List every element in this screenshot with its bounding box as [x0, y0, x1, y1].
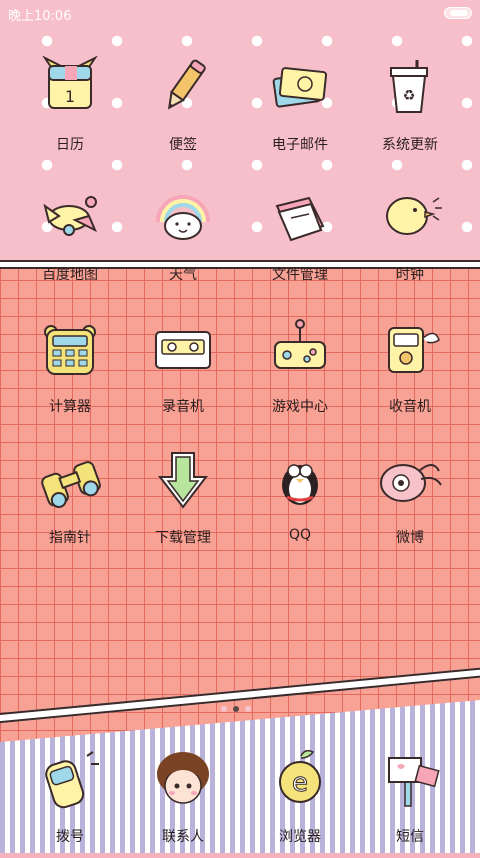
- app-file-manager[interactable]: 文件管理: [245, 186, 355, 296]
- app-label: 日历: [56, 137, 84, 153]
- calculator-icon: [44, 325, 96, 375]
- app-download-manager[interactable]: 下载管理: [128, 449, 238, 559]
- app-calendar[interactable]: 1 日历: [15, 56, 125, 166]
- status-time: 晚上10:06: [8, 9, 72, 24]
- dock-label: 拨号: [56, 829, 84, 845]
- app-label: 便签: [169, 137, 197, 153]
- map-plane-icon: [43, 196, 97, 236]
- app-system-update[interactable]: ♻ 系统更新: [355, 56, 465, 166]
- app-label: 计算器: [49, 399, 91, 415]
- download-icon: [157, 452, 209, 509]
- app-radio[interactable]: 收音机: [355, 318, 465, 428]
- chick-icon: [386, 197, 442, 235]
- app-label: QQ: [288, 527, 312, 543]
- mail-icon: [272, 67, 328, 108]
- binoculars-icon: [41, 461, 101, 508]
- app-label: 时钟: [396, 267, 424, 283]
- page-dot[interactable]: [245, 706, 251, 712]
- phone-icon: [45, 751, 99, 809]
- app-email[interactable]: 电子邮件: [245, 56, 355, 166]
- app-label: 微博: [396, 530, 424, 546]
- weather-icon: [156, 195, 210, 240]
- page-dot[interactable]: [221, 706, 227, 712]
- app-qq[interactable]: QQ: [245, 449, 355, 559]
- status-bar: 晚上10:06: [0, 0, 480, 26]
- app-weather[interactable]: 天气: [128, 186, 238, 296]
- page-dot-active[interactable]: [233, 706, 239, 712]
- app-label: 百度地图: [42, 267, 98, 283]
- app-baidu-map[interactable]: 百度地图: [15, 186, 125, 296]
- contact-girl-icon: [157, 752, 209, 804]
- dock-label: 联系人: [162, 829, 204, 845]
- app-label: 下载管理: [155, 530, 211, 546]
- svg-text:1: 1: [65, 87, 75, 106]
- mailbox-icon: [388, 757, 440, 807]
- app-label: 收音机: [389, 399, 431, 415]
- app-label: 游戏中心: [272, 399, 328, 415]
- browser-icon: e: [279, 749, 321, 803]
- radio-icon: [388, 327, 440, 373]
- dock-messages[interactable]: 短信: [355, 748, 465, 858]
- app-label: 指南针: [49, 530, 91, 546]
- battery-icon: [444, 7, 472, 19]
- game-icon: [274, 319, 326, 369]
- app-label: 电子邮件: [272, 137, 328, 153]
- page-indicator[interactable]: [218, 697, 262, 712]
- app-notes[interactable]: 便签: [128, 56, 238, 166]
- dock-browser[interactable]: e 浏览器: [245, 748, 355, 858]
- pencil-icon: [167, 59, 206, 110]
- app-compass[interactable]: 指南针: [15, 449, 125, 559]
- app-calculator[interactable]: 计算器: [15, 318, 125, 428]
- svg-text:♻: ♻: [403, 88, 416, 104]
- app-clock[interactable]: 时钟: [355, 186, 465, 296]
- app-label: 天气: [169, 267, 197, 283]
- dock-label: 短信: [396, 829, 424, 845]
- app-label: 录音机: [162, 399, 204, 415]
- app-game-center[interactable]: 游戏中心: [245, 318, 355, 428]
- weibo-icon: [380, 464, 442, 502]
- app-weibo[interactable]: 微博: [355, 449, 465, 559]
- dock-contacts[interactable]: 联系人: [128, 748, 238, 858]
- calendar-icon: 1: [42, 56, 98, 109]
- update-icon: ♻: [390, 60, 428, 113]
- app-label: 系统更新: [382, 137, 438, 153]
- app-recorder[interactable]: 录音机: [128, 318, 238, 428]
- app-label: 文件管理: [272, 267, 328, 283]
- penguin-icon: [282, 464, 318, 505]
- dock-label: 浏览器: [279, 829, 321, 845]
- svg-text:e: e: [292, 768, 308, 798]
- dock-dialer[interactable]: 拨号: [15, 748, 125, 858]
- cassette-icon: [155, 331, 211, 369]
- files-icon: [275, 196, 325, 242]
